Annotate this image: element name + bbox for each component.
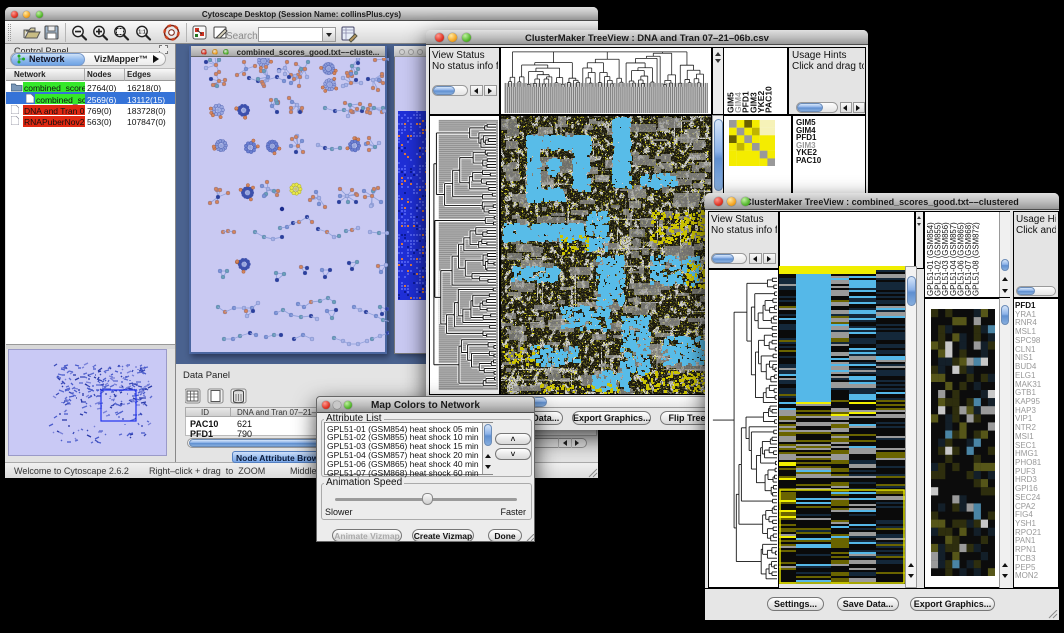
- svg-text:PAC10: PAC10: [764, 86, 774, 113]
- svg-text:GPL51-08 (GSM872): GPL51-08 (GSM872): [972, 222, 981, 296]
- svg-text:1:1: 1:1: [138, 30, 145, 36]
